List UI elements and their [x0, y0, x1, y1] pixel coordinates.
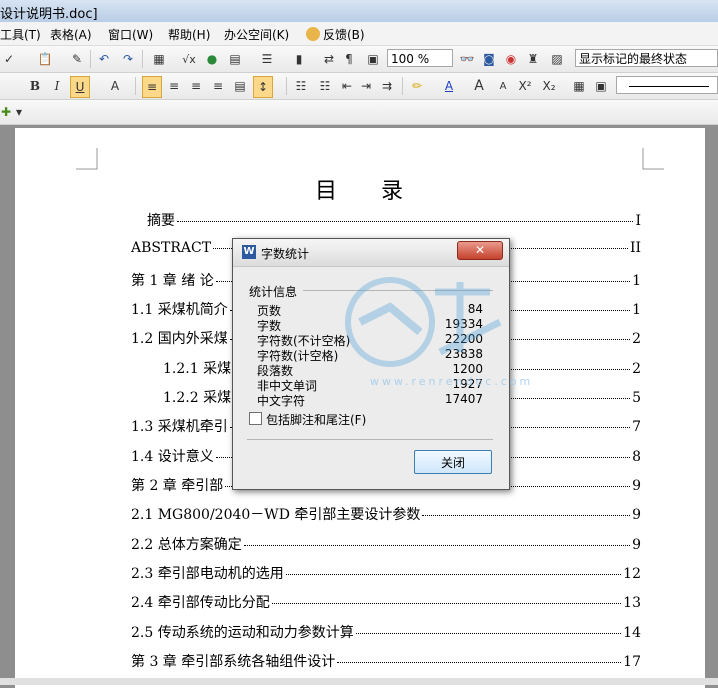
font-color-icon[interactable]: A [440, 76, 458, 96]
footnotes-checkbox[interactable] [249, 412, 262, 425]
toc-entry[interactable]: 2.1 MG800/2040－WD 牵引部主要设计参数 9 [131, 504, 641, 524]
close-button[interactable]: 关闭 [414, 450, 492, 474]
plus-icon[interactable]: ✚ [0, 102, 12, 122]
align-right-icon[interactable]: ≡ [187, 76, 205, 96]
distribute-icon[interactable]: ▤ [231, 76, 249, 96]
underline-icon[interactable]: U [70, 76, 90, 98]
pdf-icon[interactable]: ◉ [502, 49, 520, 69]
menu-feedback[interactable]: 反馈(B) [323, 26, 365, 43]
subscript-icon[interactable]: X₂ [540, 76, 558, 96]
status-bar [0, 678, 718, 685]
insert-table-icon[interactable]: ▦ [150, 49, 168, 69]
page-corner-top-right [642, 148, 664, 170]
format-painter-icon[interactable]: ✎ [68, 49, 86, 69]
columns-icon[interactable]: ☰ [258, 49, 276, 69]
dialog-title: 字数统计 [261, 247, 310, 261]
table-icon[interactable]: ▤ [226, 49, 244, 69]
toc-entry[interactable]: 第 3 章 牵引部系统各轴组件设计 17 [131, 651, 641, 671]
dialog-divider [247, 439, 493, 440]
toc-entry[interactable]: 2.5 传动系统的运动和动力参数计算 14 [131, 622, 641, 642]
markup-view-combo[interactable]: 显示标记的最终状态 [575, 49, 718, 67]
insert-textbox-icon[interactable]: ▦ [570, 76, 588, 96]
page-corner-top-left [76, 148, 98, 170]
track-changes-icon[interactable]: ▨ [548, 49, 566, 69]
zoom-combo[interactable]: 100 % [387, 49, 453, 67]
justify-icon[interactable]: ≡ [209, 76, 227, 96]
bold-icon[interactable]: B [26, 76, 44, 96]
read-mode-icon[interactable]: ◙ [480, 49, 498, 69]
char-shading-icon[interactable]: A [104, 76, 126, 96]
toc-entry[interactable]: 2.3 牵引部电动机的选用 12 [131, 563, 641, 583]
grow-font-icon[interactable]: A [470, 76, 488, 96]
toc-entry[interactable]: 摘要 I [147, 210, 641, 230]
formatting-toolbar: B I U A ≡ ≡ ≡ ≡ ▤ ↕ ☷ ☷ ⇤ ⇥ ⇉ ✏ A A A X²… [0, 73, 718, 100]
chart-icon[interactable]: ▮ [290, 49, 308, 69]
bullets-icon[interactable]: ☷ [316, 76, 334, 96]
stats-group-label: 统计信息 [249, 285, 298, 299]
hyperlink-icon[interactable]: ● [203, 49, 221, 69]
watermark-text: www.renrendoc.com [370, 375, 534, 388]
feedback-icon [306, 27, 320, 41]
toc-entry[interactable]: 2.4 牵引部传动比分配 13 [131, 592, 641, 612]
redo-icon[interactable]: ↷ [120, 49, 136, 69]
toc-title: 目 录 [314, 179, 403, 204]
wps-logo-icon: W [242, 245, 256, 259]
paste-icon[interactable]: 📋 [36, 49, 54, 69]
toc-entry[interactable]: 2.2 总体方案确定 9 [131, 534, 641, 554]
window-title: 设计说明书.doc] [0, 7, 98, 22]
menu-bar: 工具(T) 表格(A) 窗口(W) 帮助(H) 办公空间(K) 反馈(B) [0, 22, 718, 46]
find-icon[interactable]: 👓 [458, 49, 476, 69]
line-style-combo[interactable] [616, 76, 718, 94]
menu-office-space[interactable]: 办公空间(K) [224, 26, 289, 43]
chevron-down-icon[interactable]: ▾ [14, 102, 24, 122]
zoom-value: 100 % [391, 52, 430, 66]
document-map-icon[interactable]: ▣ [364, 49, 382, 69]
numbering-icon[interactable]: ☷ [292, 76, 310, 96]
tshirt-icon[interactable]: ♜ [524, 49, 542, 69]
markup-view-value: 显示标记的最终状态 [579, 52, 688, 66]
highlight-icon[interactable]: ✏ [408, 76, 426, 96]
decrease-indent-icon[interactable]: ⇤ [338, 76, 356, 96]
footnotes-checkbox-label[interactable]: 包括脚注和尾注(F) [266, 411, 366, 428]
align-left-icon[interactable]: ≡ [142, 76, 162, 98]
superscript-icon[interactable]: X² [516, 76, 534, 96]
dialog-close-button[interactable]: ✕ [457, 241, 503, 260]
increase-indent-icon[interactable]: ⇥ [357, 76, 375, 96]
italic-icon[interactable]: I [48, 76, 66, 96]
drawing-icon[interactable]: ⇄ [320, 49, 338, 69]
menu-table[interactable]: 表格(A) [50, 26, 92, 43]
window-titlebar: 设计说明书.doc] [0, 0, 718, 22]
menu-window[interactable]: 窗口(W) [108, 26, 153, 43]
shrink-font-icon[interactable]: A [494, 76, 512, 96]
menu-help[interactable]: 帮助(H) [168, 26, 210, 43]
undo-icon[interactable]: ↶ [96, 49, 112, 69]
line-spacing-icon[interactable]: ↕ [253, 76, 273, 98]
line-style-sample-icon [628, 86, 709, 87]
extra-toolbar: ✚ ▾ [0, 100, 718, 125]
align-center-icon[interactable]: ≡ [165, 76, 183, 96]
formula-icon[interactable]: √x [180, 49, 198, 69]
close-button-label: 关闭 [440, 455, 465, 470]
spell-check-icon[interactable]: ✓ [2, 49, 16, 69]
menu-tools[interactable]: 工具(T) [0, 26, 41, 43]
standard-toolbar: ✓ 📋 ✎ ↶ ↷ ▦ √x ● ▤ ☰ ▮ ⇄ ¶ ▣ 100 % 👓 ◙ ◉… [0, 46, 718, 73]
borders-icon[interactable]: ▣ [592, 76, 610, 96]
indent-icon[interactable]: ⇉ [378, 76, 396, 96]
show-marks-icon[interactable]: ¶ [340, 49, 358, 69]
